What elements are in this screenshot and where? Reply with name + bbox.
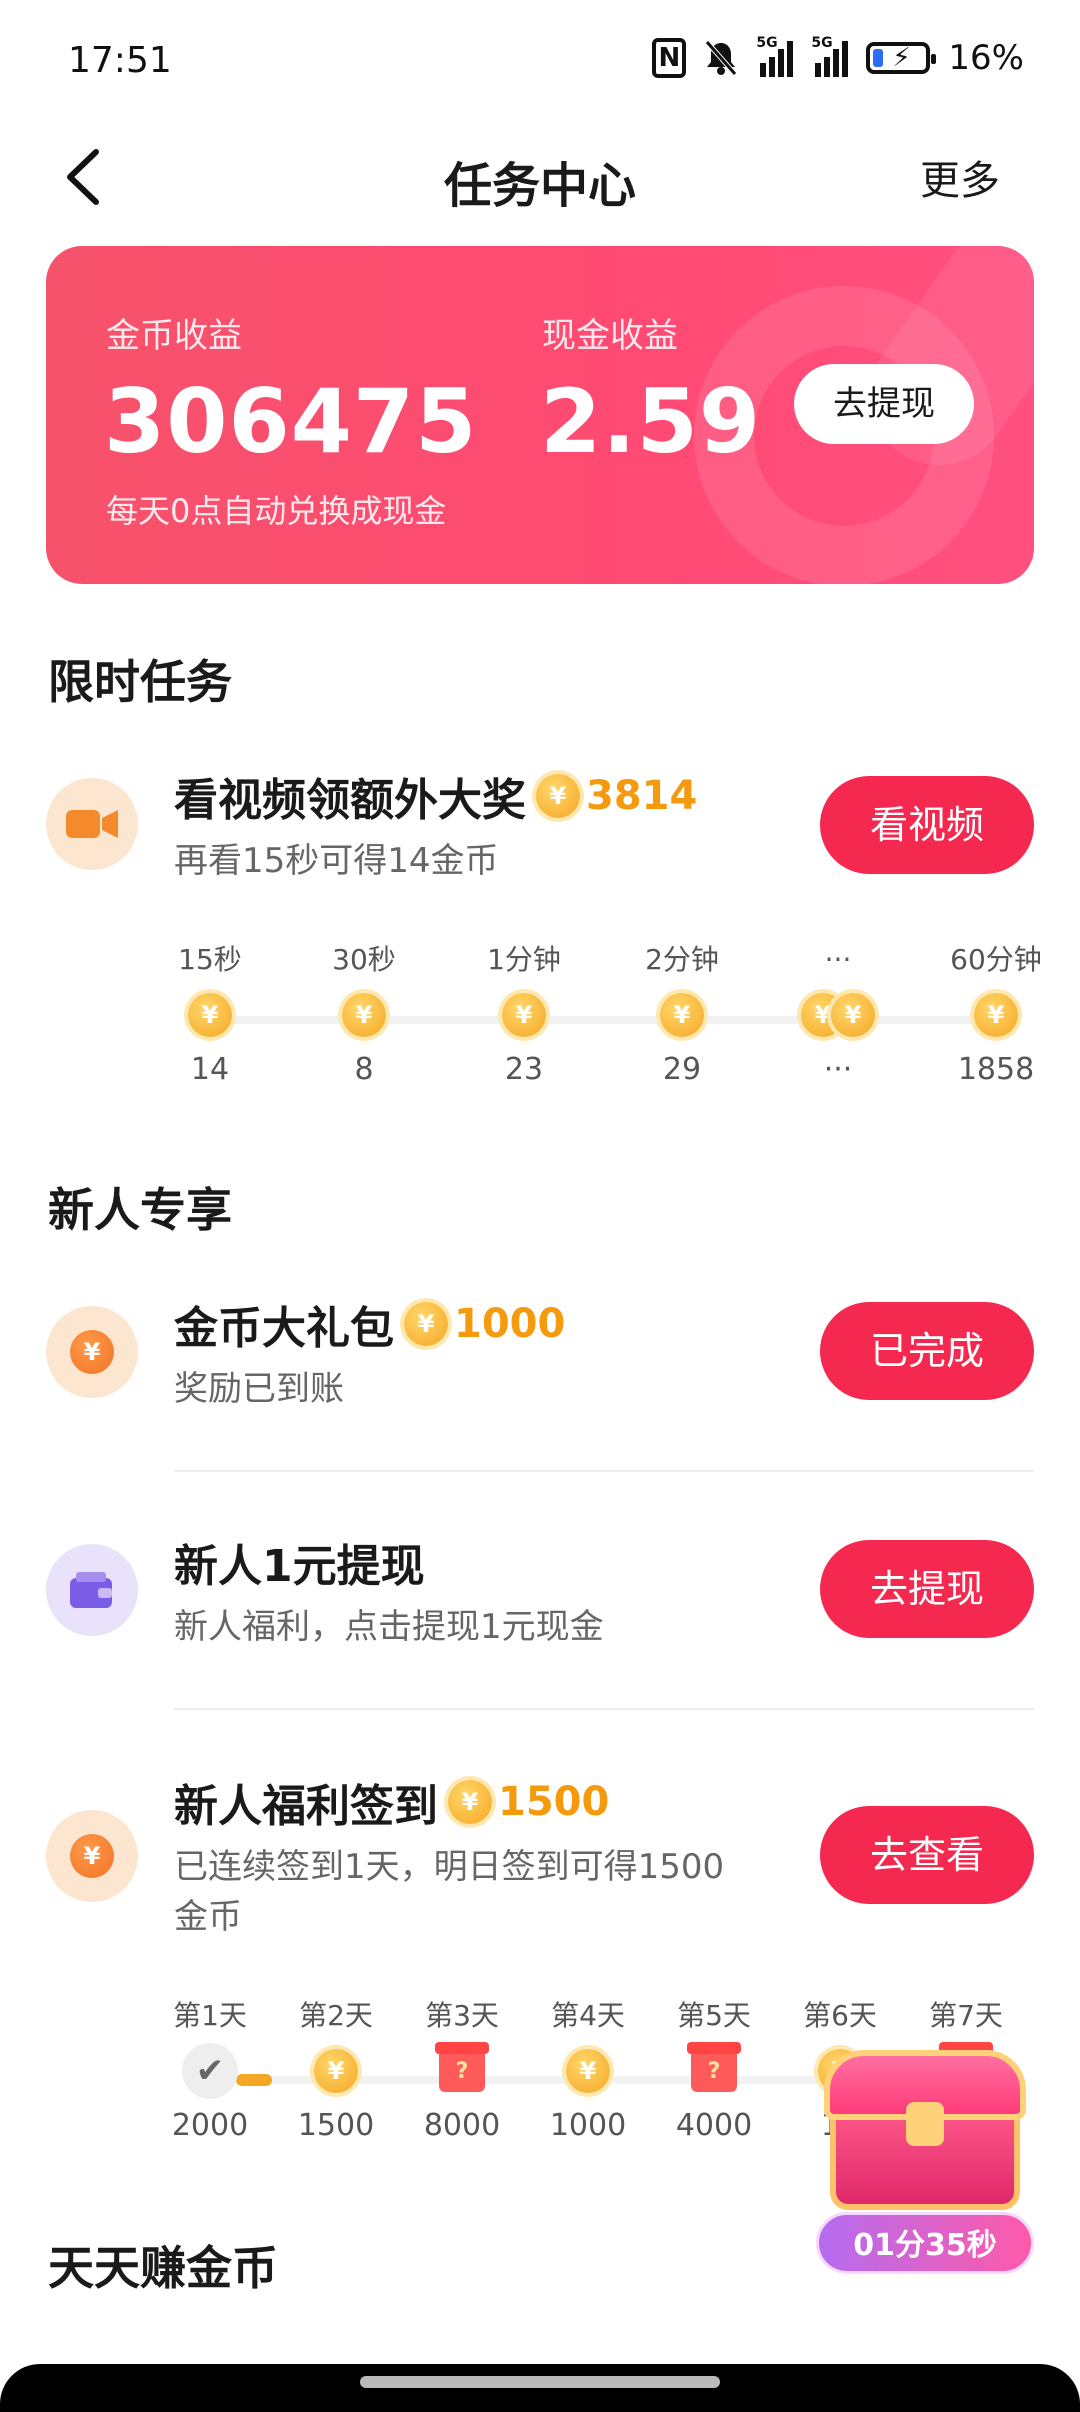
chest-countdown-timer[interactable]: 01分35秒: [816, 2212, 1034, 2274]
status-time: 17:51: [68, 40, 172, 81]
task-subtitle-checkin-line2: 金币: [174, 1897, 242, 1937]
signal-5g-icon-1: 5G: [756, 35, 794, 77]
coin-icon: ¥: [566, 2049, 610, 2093]
coin-icon: ¥: [831, 993, 875, 1037]
task-subtitle-checkin-line1: 已连续签到1天，明日签到可得1500: [174, 1847, 725, 1887]
withdraw-1-button[interactable]: 去提现: [820, 1540, 1034, 1638]
timeline-node: 2分钟 ¥ 29: [645, 943, 719, 1087]
task-reward-checkin-value: 1500: [498, 1779, 610, 1825]
timeline-node: 15秒 ¥ 14: [178, 943, 242, 1087]
coin-icon: ¥: [342, 993, 386, 1037]
divider: [174, 1708, 1034, 1710]
task-reward-video-value: 3814: [586, 773, 698, 819]
task-reward-video: ¥ 3814: [536, 773, 697, 819]
page-title: 任务中心: [443, 158, 636, 214]
check-icon: ✔: [182, 2043, 238, 2099]
coin-icon: ¥: [404, 1302, 448, 1346]
coin-icon: ¥: [448, 1780, 492, 1824]
coin-earnings-label: 金币收益: [106, 316, 242, 356]
coin-icon: ¥: [502, 993, 546, 1037]
checkin-day: 第2天 ¥ 1500: [297, 1999, 375, 2143]
header: 任务中心 更多: [0, 120, 1080, 240]
checkin-coin-icon: ¥: [46, 1810, 138, 1902]
coin-bag-icon: ¥: [46, 1306, 138, 1398]
checkin-day: 第1天 ✔ 2000: [171, 1999, 249, 2143]
treasure-chest-icon[interactable]: [820, 2040, 1030, 2220]
timeline-node: 30秒 ¥ 8: [332, 943, 396, 1087]
video-reward-timeline: 15秒 ¥ 14 30秒 ¥ 8 1分钟 ¥ 23 2分钟 ¥ 29 ··· ¥…: [0, 940, 1080, 1100]
gift-box-icon: ?: [687, 2042, 741, 2092]
task-title-video: 看视频领额外大奖 ¥ 3814: [174, 764, 697, 828]
bottom-edge: [0, 2364, 1080, 2412]
task-title-withdraw-1: 新人1元提现: [174, 1530, 425, 1594]
status-bar: 17:51 N 5G 5G ⚡ 16%: [0, 0, 1080, 120]
home-indicator[interactable]: [360, 2376, 720, 2388]
coin-icon: ¥: [188, 993, 232, 1037]
task-reward-checkin: ¥ 1500: [448, 1779, 609, 1825]
coin-icon: ¥: [314, 2049, 358, 2093]
divider: [174, 1470, 1034, 1472]
coin-icon: ¥: [974, 993, 1018, 1037]
withdraw-button[interactable]: 去提现: [794, 364, 974, 444]
wallet-icon: [46, 1544, 138, 1636]
task-title-video-text: 看视频领额外大奖: [174, 775, 526, 826]
task-title-checkin-text: 新人福利签到: [174, 1781, 438, 1832]
task-reward-gift-pack-value: 1000: [454, 1301, 566, 1347]
battery-icon: ⚡: [866, 42, 937, 74]
checkin-day: 第3天 ? 8000: [423, 1999, 501, 2143]
watch-video-button[interactable]: 看视频: [820, 776, 1034, 874]
task-title-checkin: 新人福利签到 ¥ 1500: [174, 1770, 609, 1834]
battery-percent: 16%: [948, 38, 1024, 78]
timeline-node: 60分钟 ¥ 1858: [950, 943, 1042, 1087]
checkin-day: 第4天 ¥ 1000: [549, 1999, 627, 2143]
auto-exchange-note: 每天0点自动兑换成现金: [106, 492, 447, 530]
task-subtitle-gift-pack: 奖励已到账: [174, 1369, 344, 1409]
coin-icon: ¥: [660, 993, 704, 1037]
task-subtitle-checkin: 已连续签到1天，明日签到可得1500 金币: [174, 1842, 724, 1942]
signal-5g-icon-2: 5G: [811, 35, 849, 77]
status-icons: N 5G 5G ⚡ 16%: [652, 35, 1024, 78]
nfc-icon: N: [652, 38, 687, 78]
section-title-limited: 限时任务: [48, 655, 232, 709]
gift-box-icon: ?: [435, 2042, 489, 2092]
section-title-newbie: 新人专享: [48, 1183, 232, 1237]
checkin-day: 第5天 ? 4000: [675, 1999, 753, 2143]
completed-button[interactable]: 已完成: [820, 1302, 1034, 1400]
coin-icon: ¥: [536, 774, 580, 818]
timeline-node: ··· ¥ ¥ ···: [783, 940, 893, 1090]
task-title-gift-pack: 金币大礼包 ¥ 1000: [174, 1292, 565, 1356]
cash-earnings-label: 现金收益: [542, 316, 678, 356]
timeline-node: 1分钟 ¥ 23: [487, 943, 561, 1087]
task-subtitle-withdraw-1: 新人福利，点击提现1元现金: [174, 1607, 604, 1647]
task-title-gift-pack-text: 金币大礼包: [174, 1303, 394, 1354]
video-camera-icon: [46, 778, 138, 870]
task-title-withdraw-1-text: 新人1元提现: [174, 1541, 425, 1592]
earnings-card: 金币收益 306475 现金收益 2.59 去提现 每天0点自动兑换成现金: [46, 246, 1034, 584]
mute-bell-icon: [704, 38, 738, 78]
view-checkin-button[interactable]: 去查看: [820, 1806, 1034, 1904]
task-subtitle-video: 再看15秒可得14金币: [174, 841, 499, 881]
coin-earnings-value: 306475: [104, 370, 478, 473]
more-button[interactable]: 更多: [920, 148, 1000, 206]
section-title-daily: 天天赚金币: [48, 2241, 278, 2295]
task-reward-gift-pack: ¥ 1000: [404, 1301, 565, 1347]
cash-earnings-value: 2.59: [540, 370, 762, 473]
